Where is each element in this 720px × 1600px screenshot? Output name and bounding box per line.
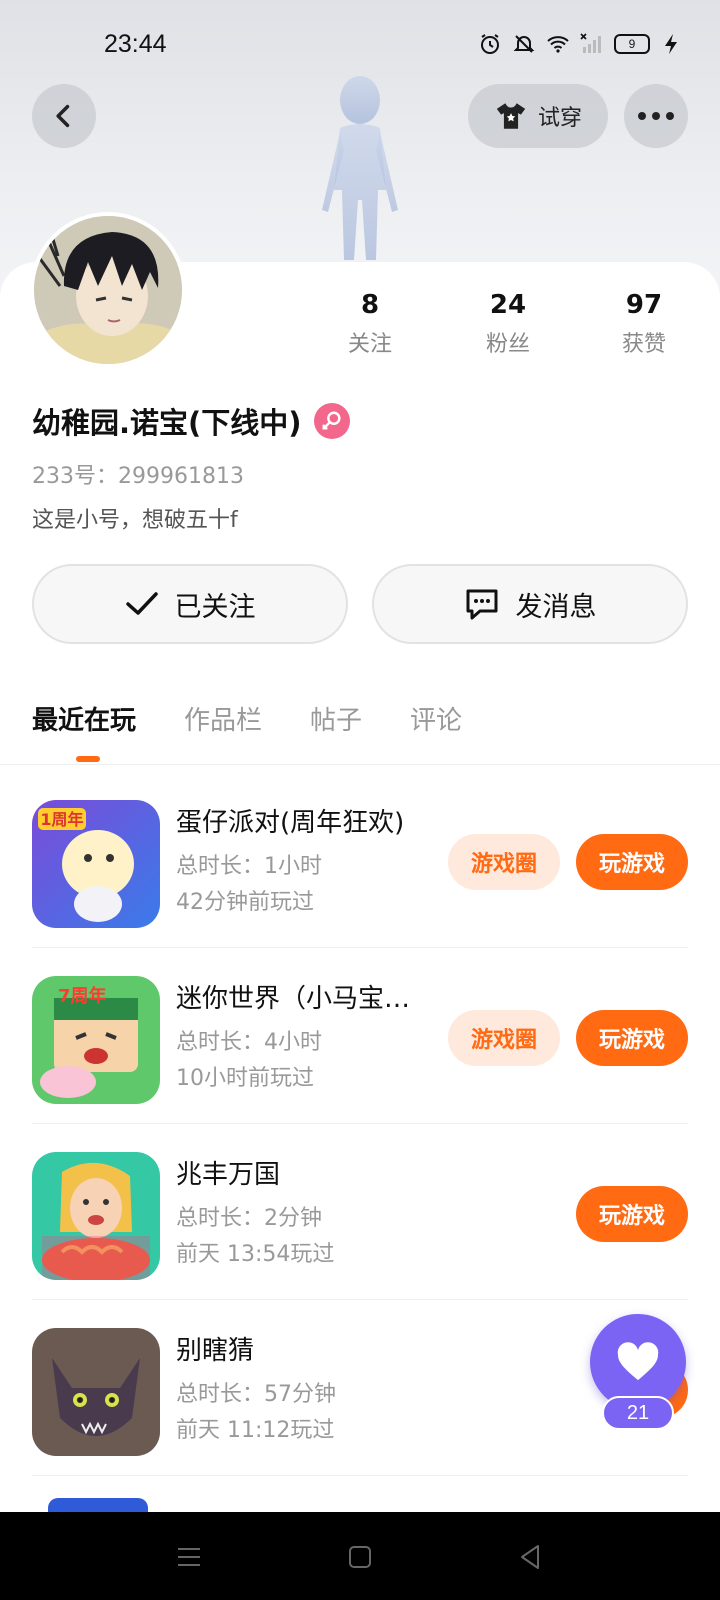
profile-stats: 8 关注 24 粉丝 97 获赞 (320, 290, 720, 370)
avatar-image (34, 216, 182, 364)
game-duration: 总时长：57分钟 (176, 1382, 336, 1407)
female-gender-icon (313, 403, 350, 439)
following-button[interactable]: 已关注 (32, 564, 348, 644)
game-duration: 总时长：2分钟 (176, 1206, 322, 1231)
play-game-button[interactable]: 玩游戏 (576, 1186, 688, 1242)
heart-icon (617, 1342, 659, 1381)
stat-following[interactable]: 8 关注 (320, 290, 420, 358)
active-tab-indicator (76, 756, 100, 762)
game-list-item[interactable]: 1周年 蛋仔派对(周年狂欢) 总时长：1小时 42分钟前玩过 游戏圈 玩游戏 (32, 772, 688, 948)
chevron-left-icon (56, 104, 70, 128)
no-signal-icon (580, 33, 601, 53)
user-id: 233号：299961813 (32, 464, 244, 489)
stat-label: 粉丝 (485, 332, 530, 357)
tab-divider (0, 764, 720, 765)
status-bar: 23:44 9 (0, 24, 720, 68)
game-circle-button[interactable]: 游戏圈 (448, 834, 560, 890)
status-time: 23:44 (104, 30, 167, 58)
user-bio: 这是小号，想破五十f (32, 508, 238, 533)
stat-followers[interactable]: 24 粉丝 (458, 290, 558, 358)
alarm-icon (481, 34, 499, 54)
tab-works[interactable]: 作品栏 (184, 700, 262, 750)
game-list-item[interactable]: 兆丰万国 总时长：2分钟 前天 13:54玩过 玩游戏 (32, 1124, 688, 1300)
game-last-played: 前天 11:12玩过 (176, 1418, 335, 1443)
try-on-label: 试穿 (537, 106, 582, 131)
profile-name: 幼稚园.诺宝(下线中) (32, 406, 302, 440)
avatar[interactable] (30, 212, 186, 368)
game-list-item[interactable]: 7周年 迷你世界（小马宝… 总时长：4小时 10小时前玩过 游戏圈 玩游戏 (32, 948, 688, 1124)
game-duration: 总时长：1小时 (176, 854, 322, 879)
more-options-button[interactable] (624, 84, 688, 148)
tab-comments[interactable]: 评论 (410, 700, 462, 750)
menu-icon[interactable] (174, 1542, 204, 1572)
stat-label: 获赞 (621, 332, 666, 357)
message-bubble-icon (466, 589, 497, 620)
name-row: 幼稚园.诺宝(下线中) (32, 400, 350, 442)
charging-icon (665, 34, 677, 54)
game-title: 兆丰万国 (176, 1160, 281, 1190)
like-count-badge: 21 (602, 1396, 674, 1430)
tshirt-icon (496, 103, 526, 129)
game-last-played: 42分钟前玩过 (176, 890, 314, 915)
system-navigation-bar (0, 1512, 720, 1600)
send-message-label: 发消息 (515, 591, 597, 623)
stat-value: 97 (625, 290, 663, 320)
checkmark-icon (125, 592, 158, 615)
svg-text:1周年: 1周年 (40, 810, 83, 829)
battery-level: 9 (628, 37, 636, 51)
game-title: 别瞎猜 (176, 1336, 255, 1366)
game-title: 迷你世界（小马宝… (176, 984, 411, 1014)
wifi-icon (547, 36, 569, 53)
game-circle-button[interactable]: 游戏圈 (448, 1010, 560, 1066)
game-last-played: 10小时前玩过 (176, 1066, 314, 1091)
tab-recently-played[interactable]: 最近在玩 (32, 700, 136, 750)
more-dots-icon (638, 112, 674, 120)
avatar-3d-figure (322, 76, 398, 260)
game-last-played: 前天 13:54玩过 (176, 1242, 335, 1267)
battery-icon: 9 (614, 34, 650, 54)
game-icon-noodle-cook (32, 1152, 160, 1280)
stat-value: 24 (489, 290, 527, 320)
svg-text:7周年: 7周年 (58, 985, 107, 1007)
game-list-item[interactable]: 别瞎猜 总时长：57分钟 前天 11:12玩过 (32, 1300, 688, 1476)
profile-tabs: 最近在玩 作品栏 帖子 评论 (32, 700, 462, 750)
game-duration: 总时长：4小时 (176, 1030, 322, 1055)
stat-value: 8 (360, 290, 380, 320)
home-icon[interactable] (345, 1542, 375, 1572)
back-nav-icon[interactable] (516, 1542, 546, 1572)
mute-icon (513, 35, 535, 53)
tab-posts[interactable]: 帖子 (310, 700, 362, 750)
following-label: 已关注 (174, 591, 256, 623)
back-button[interactable] (32, 84, 96, 148)
game-icon-dont-guess (32, 1328, 160, 1456)
send-message-button[interactable]: 发消息 (372, 564, 688, 644)
stat-label: 关注 (347, 332, 392, 357)
game-icon-eggy-party: 1周年 (32, 800, 160, 928)
try-on-button[interactable]: 试穿 (468, 84, 608, 148)
next-game-icon-peek (48, 1498, 148, 1512)
game-icon-mini-world: 7周年 (32, 976, 160, 1104)
play-game-button[interactable]: 玩游戏 (576, 1010, 688, 1066)
status-icons: 9 (478, 32, 684, 56)
stat-likes[interactable]: 97 获赞 (594, 290, 694, 358)
game-title: 蛋仔派对(周年狂欢) (176, 808, 405, 838)
play-game-button[interactable]: 玩游戏 (576, 834, 688, 890)
